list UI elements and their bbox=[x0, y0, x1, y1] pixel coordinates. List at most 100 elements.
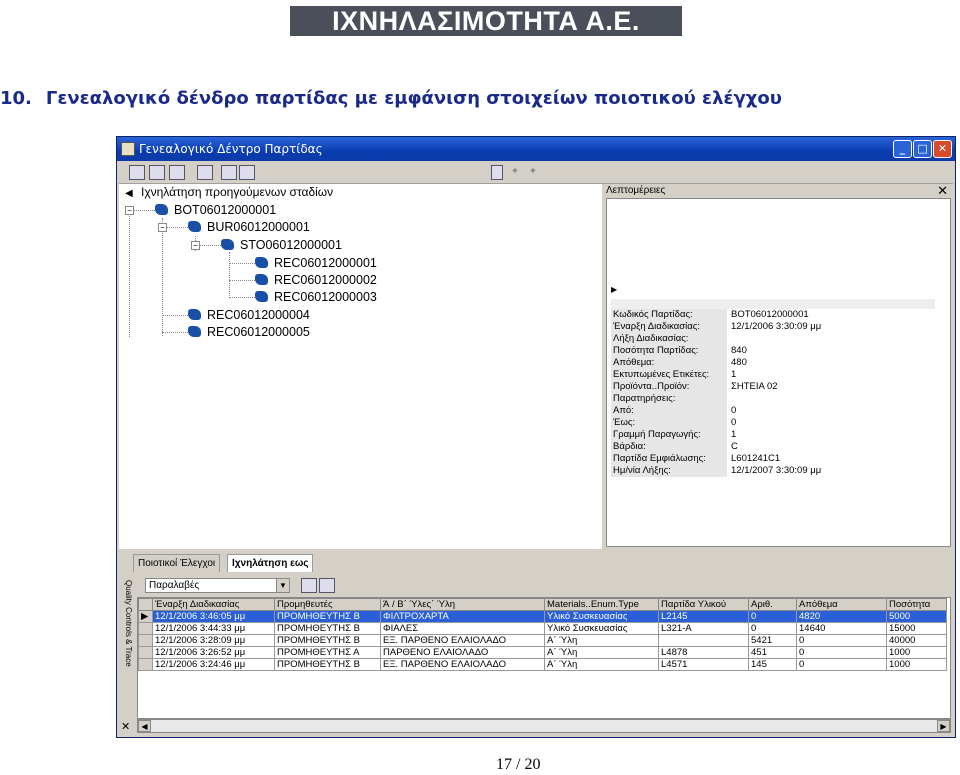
tree-node[interactable]: BUR06012000001 bbox=[188, 219, 310, 235]
property-value: 1 bbox=[731, 369, 737, 380]
collapse-arrow-icon[interactable]: ◀ bbox=[125, 186, 133, 202]
table-cell[interactable]: L4571 bbox=[658, 658, 749, 671]
table-row[interactable]: 12/1/2006 3:26:52 μμ ΠΡΟΜΗΘΕΥΤΗΣ Α ΠΑΡΘΕΝΟ… bbox=[138, 646, 947, 659]
collapse-toggle[interactable]: − bbox=[191, 241, 200, 250]
tree-node[interactable]: REC06012000003 bbox=[255, 289, 377, 305]
column-header[interactable]: Απόθεμα bbox=[796, 598, 887, 611]
table-cell[interactable]: ΕΞ. ΠΑΡΘΕΝΟ ΕΛΑΙΟΛΑΔΟ bbox=[380, 658, 545, 671]
table-cell[interactable] bbox=[658, 634, 749, 647]
row-header[interactable] bbox=[138, 622, 153, 635]
table-cell[interactable]: 5000 bbox=[886, 610, 947, 623]
table-cell[interactable]: ΠΡΟΜΗΘΕΥΤΗΣ Β bbox=[274, 610, 381, 623]
back-icon[interactable] bbox=[221, 165, 237, 180]
print-icon[interactable] bbox=[129, 165, 145, 180]
horizontal-scrollbar[interactable]: ◀ ▶ bbox=[137, 719, 951, 733]
table-cell[interactable]: 0 bbox=[796, 658, 887, 671]
forward-icon[interactable] bbox=[239, 165, 255, 180]
table-cell[interactable]: Υλικό Συσκευασίας bbox=[544, 610, 659, 623]
table-cell[interactable]: ΠΡΟΜΗΘΕΥΤΗΣ Β bbox=[274, 634, 381, 647]
table-cell[interactable]: 15000 bbox=[886, 622, 947, 635]
close-icon[interactable]: ✕ bbox=[121, 720, 130, 733]
print-icon[interactable] bbox=[301, 578, 317, 593]
table-cell[interactable]: 145 bbox=[748, 658, 797, 671]
table-cell[interactable]: ΕΞ. ΠΑΡΘΕΝΟ ΕΛΑΙΟΛΑΔΟ bbox=[380, 634, 545, 647]
table-cell[interactable]: 5421 bbox=[748, 634, 797, 647]
table-row[interactable]: 12/1/2006 3:44:33 μμ ΠΡΟΜΗΘΕΥΤΗΣ Β ΦΙΑΛΕΣ Υ… bbox=[138, 622, 947, 635]
side-label: Quality Controls & Trace bbox=[124, 580, 133, 667]
collapse-toggle[interactable]: − bbox=[158, 223, 167, 232]
row-header[interactable] bbox=[138, 658, 153, 671]
table-cell[interactable]: ΠΡΟΜΗΘΕΥΤΗΣ Β bbox=[274, 622, 381, 635]
tab-quality-controls[interactable]: Ποιοτικοί Έλεγχοι bbox=[133, 554, 221, 572]
table-cell[interactable]: Α΄ Ύλη bbox=[544, 634, 659, 647]
table-cell[interactable]: 12/1/2006 3:26:52 μμ bbox=[152, 646, 275, 659]
table-cell[interactable]: 451 bbox=[748, 646, 797, 659]
column-header[interactable]: Παρτίδα Υλικού bbox=[658, 598, 749, 611]
table-cell[interactable]: 40000 bbox=[886, 634, 947, 647]
tree-line bbox=[133, 210, 155, 211]
table-cell[interactable]: Υλικό Συσκευασίας bbox=[544, 622, 659, 635]
table-cell[interactable]: ΠΡΟΜΗΘΕΥΤΗΣ Β bbox=[274, 658, 381, 671]
tree-node[interactable]: REC06012000002 bbox=[255, 272, 377, 288]
refresh-icon[interactable] bbox=[197, 165, 213, 180]
table-cell[interactable]: 12/1/2006 3:24:46 μμ bbox=[152, 658, 275, 671]
tree-node[interactable]: BOT06012000001 bbox=[155, 202, 276, 218]
table-cell[interactable]: 12/1/2006 3:46:05 μμ bbox=[152, 610, 275, 623]
section-heading: 10. Γενεαλογικό δένδρο παρτίδας με εμφάνι… bbox=[0, 88, 782, 109]
table-cell[interactable]: 0 bbox=[796, 646, 887, 659]
table-cell[interactable]: 1000 bbox=[886, 658, 947, 671]
row-header[interactable] bbox=[138, 646, 153, 659]
table-cell[interactable]: L2145 bbox=[658, 610, 749, 623]
minimize-button[interactable]: _ bbox=[893, 140, 912, 158]
table-cell[interactable]: ΠΑΡΘΕΝΟ ΕΛΑΙΟΛΑΔΟ bbox=[380, 646, 545, 659]
view-icon[interactable] bbox=[319, 578, 335, 593]
batch-icon bbox=[255, 274, 268, 285]
column-header[interactable]: Προμηθευτές bbox=[274, 598, 381, 611]
pin-icon[interactable]: ✦ bbox=[507, 165, 523, 180]
row-header[interactable] bbox=[138, 634, 153, 647]
table-cell[interactable]: L4878 bbox=[658, 646, 749, 659]
maximize-button[interactable]: □ bbox=[913, 140, 932, 158]
table-cell[interactable]: 1000 bbox=[886, 646, 947, 659]
tree-node[interactable]: REC06012000004 bbox=[188, 307, 310, 323]
table-row[interactable]: 12/1/2006 3:28:09 μμ ΠΡΟΜΗΘΕΥΤΗΣ Β ΕΞ. ΠΑΡ… bbox=[138, 634, 947, 647]
table-cell[interactable]: Α΄ Ύλη bbox=[544, 658, 659, 671]
table-cell[interactable]: L321-A bbox=[658, 622, 749, 635]
tree-node[interactable]: STO06012000001 bbox=[221, 237, 342, 253]
table-cell[interactable]: ΦΙΑΛΕΣ bbox=[380, 622, 545, 635]
scroll-left-icon[interactable]: ◀ bbox=[138, 720, 151, 732]
view-icon[interactable] bbox=[149, 165, 165, 180]
table-cell[interactable]: ΠΡΟΜΗΘΕΥΤΗΣ Α bbox=[274, 646, 381, 659]
tree-node[interactable]: REC06012000005 bbox=[188, 324, 310, 340]
row-header[interactable]: ▶ bbox=[138, 610, 153, 623]
window-titlebar[interactable]: Γενεαλογικό Δέντρο Παρτίδας _ □ ✕ bbox=[117, 137, 955, 161]
table-cell[interactable]: Α΄ Ύλη bbox=[544, 646, 659, 659]
close-button[interactable]: ✕ bbox=[933, 140, 952, 158]
table-cell[interactable]: 12/1/2006 3:28:09 μμ bbox=[152, 634, 275, 647]
tab-trace[interactable]: Ιχνηλάτηση εως bbox=[227, 554, 314, 572]
dropdown-icon[interactable] bbox=[491, 165, 503, 180]
grid-icon[interactable] bbox=[169, 165, 185, 180]
chevron-down-icon[interactable]: ▼ bbox=[276, 579, 289, 592]
tree-node[interactable]: REC06012000001 bbox=[255, 255, 377, 271]
table-cell[interactable]: 12/1/2006 3:44:33 μμ bbox=[152, 622, 275, 635]
column-header[interactable]: Αριθ. bbox=[748, 598, 797, 611]
table-row[interactable]: 12/1/2006 3:24:46 μμ ΠΡΟΜΗΘΕΥΤΗΣ Β ΕΞ. ΠΑΡ… bbox=[138, 658, 947, 671]
close-icon[interactable]: ✕ bbox=[937, 183, 948, 199]
pin-off-icon[interactable]: ✦ bbox=[525, 165, 541, 180]
app-window: Γενεαλογικό Δέντρο Παρτίδας _ □ ✕ ✦ ✦ ◀ … bbox=[116, 136, 956, 738]
type-select[interactable]: Παραλαβές ▼ bbox=[145, 578, 290, 593]
table-cell[interactable]: 4820 bbox=[796, 610, 887, 623]
column-header[interactable]: Ά / Β΄ Ύλες΄ Ύλη bbox=[380, 598, 545, 611]
scroll-right-icon[interactable]: ▶ bbox=[937, 720, 950, 732]
column-header[interactable]: Έναρξη Διαδικασίας bbox=[152, 598, 275, 611]
table-cell[interactable]: 0 bbox=[748, 610, 797, 623]
column-header[interactable]: Ποσότητα bbox=[886, 598, 947, 611]
table-cell[interactable]: 14640 bbox=[796, 622, 887, 635]
table-cell[interactable]: ΦΙΛΤΡΟΧΑΡΤΑ bbox=[380, 610, 545, 623]
table-cell[interactable]: 0 bbox=[748, 622, 797, 635]
column-header[interactable]: Materials..Enum.Type bbox=[544, 598, 659, 611]
table-row[interactable]: ▶ 12/1/2006 3:46:05 μμ ΠΡΟΜΗΘΕΥΤΗΣ Β ΦΙΛΤΡΟ… bbox=[138, 610, 947, 623]
table-cell[interactable]: 0 bbox=[796, 634, 887, 647]
collapse-toggle[interactable]: − bbox=[125, 206, 134, 215]
